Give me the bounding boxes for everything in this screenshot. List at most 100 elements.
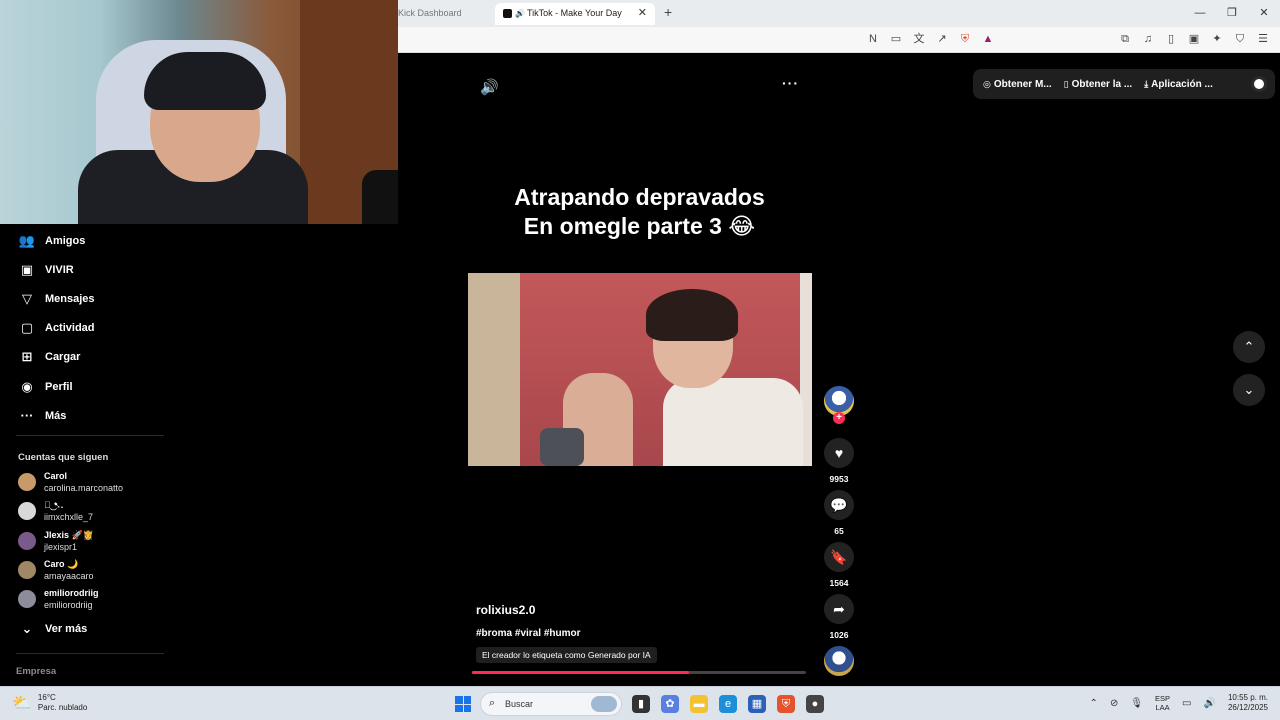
language-indicator[interactable]: ESP LAA: [1155, 694, 1170, 712]
comment-icon[interactable]: 💬: [824, 490, 854, 520]
like-heart-icon[interactable]: ♥: [824, 438, 854, 468]
close-window-icon[interactable]: ✕: [1248, 0, 1280, 27]
following-account[interactable]: Jlexis 🚀👸 jlexispr1: [18, 527, 94, 555]
sidebar-item-label: Perfil: [45, 381, 73, 393]
weather-widget[interactable]: ⛅ 16°C Parc. nublado: [12, 693, 87, 713]
video-progress-bar[interactable]: [472, 671, 806, 674]
taskbar-search[interactable]: ⌕ Buscar: [480, 692, 622, 716]
chevron-up-tray-icon[interactable]: ⌃: [1090, 698, 1098, 709]
get-app-button[interactable]: ▯ Obtener la ...: [1064, 79, 1133, 90]
friends-icon: 👥: [18, 233, 36, 248]
clock[interactable]: 10:55 p. m. 26/12/2025: [1228, 693, 1268, 713]
following-account[interactable]: emiliorodriig emiliorodriig: [18, 585, 99, 613]
weather-text: Parc. nublado: [37, 703, 88, 712]
windows-start-icon[interactable]: [455, 696, 471, 712]
brave-browser-icon[interactable]: ⛨: [777, 695, 795, 713]
creator-username[interactable]: rolixius2.0: [476, 603, 535, 617]
see-more-button[interactable]: ⌄ Ver más: [18, 618, 88, 640]
leo-ai-icon[interactable]: ✦: [1210, 32, 1224, 46]
store-icon[interactable]: ▦: [748, 695, 766, 713]
system-tray: ⌃ ⊘ 🎙 ESP LAA ▭ 🔊 10:55 p. m. 26/12/2025: [1090, 693, 1268, 713]
sidebar-item-mensajes[interactable]: ▽ Mensajes: [18, 288, 95, 310]
sidebar-toggle-icon[interactable]: ▯: [1164, 32, 1178, 46]
following-account[interactable]: Caro 🌙 amayaacaro: [18, 556, 94, 584]
menu-icon[interactable]: ☰: [1256, 32, 1270, 46]
sidebar: 👥 Amigos ▣ VIVIR ▽ Mensajes ▢ Actividad ⊞ Car…: [0, 224, 398, 686]
account-name: Carol: [44, 471, 68, 481]
network-off-icon[interactable]: ⊘: [1110, 698, 1118, 709]
media-icon[interactable]: ♫: [1141, 32, 1155, 46]
browser-toolbar: N ▭ 文 ↗ ⛨ ▲ ⧉ ♫ ▯ ▣ ✦ ⛉ ☰: [398, 27, 1280, 53]
tab-kick-dashboard[interactable]: Kick Dashboard: [398, 3, 490, 25]
account-username: carolina.marconatto: [44, 483, 124, 493]
get-app-label: Obtener la ...: [1071, 78, 1133, 90]
divider: [16, 435, 164, 436]
sound-avatar[interactable]: [824, 646, 854, 676]
following-account[interactable]: Carol carolina.marconatto: [18, 468, 123, 496]
following-account[interactable]: ཀ͜ ➷. iimxchxlle_7: [18, 497, 93, 525]
edge-icon[interactable]: e: [719, 695, 737, 713]
close-tab-icon[interactable]: ✕: [638, 3, 647, 23]
sidebar-item-vivir[interactable]: ▣ VIVIR: [18, 259, 74, 281]
minimize-icon[interactable]: —: [1184, 0, 1216, 27]
restore-icon[interactable]: ❐: [1216, 0, 1248, 27]
new-tab-plus-icon[interactable]: +: [664, 4, 672, 20]
bookmark-icon[interactable]: 🔖: [824, 542, 854, 572]
copilot-icon[interactable]: ✿: [661, 695, 679, 713]
coin-icon: ◎: [983, 78, 991, 89]
download-icon: ⤓: [1144, 78, 1149, 89]
sidebar-item-label: Actividad: [45, 322, 95, 334]
tab-search-icon[interactable]: ⧉: [1118, 32, 1132, 46]
get-coins-button[interactable]: ◎ Obtener M...: [983, 79, 1052, 90]
toolbar-icons: N ▭ 文 ↗ ⛨ ▲: [866, 32, 995, 46]
get-coins-label: Obtener M...: [993, 78, 1052, 90]
share-arrow-icon[interactable]: ➦: [824, 594, 854, 624]
desktop-app-button[interactable]: ⤓ Aplicación ...: [1144, 79, 1213, 90]
sidebar-item-cargar[interactable]: ⊞ Cargar: [18, 346, 81, 368]
rewards-triangle-icon[interactable]: ▲: [981, 32, 995, 46]
sidebar-item-perfil[interactable]: ◉ Perfil: [18, 376, 73, 398]
account-name: emiliorodriig: [44, 588, 99, 598]
chevron-up-icon[interactable]: ⌃: [1233, 331, 1265, 363]
desktop-app-label: Aplicación ...: [1151, 78, 1213, 90]
task-view-icon[interactable]: ▮: [632, 695, 650, 713]
chevron-down-icon[interactable]: ⌄: [1233, 374, 1265, 406]
weather-cloud-sun-icon: ⛅: [12, 695, 32, 712]
display-icon[interactable]: ▭: [1182, 698, 1191, 709]
microphone-icon[interactable]: 🎙: [1130, 698, 1143, 709]
translate-icon[interactable]: 文: [912, 32, 926, 46]
share-icon[interactable]: ↗: [935, 32, 949, 46]
divider: [16, 653, 164, 654]
profile-avatar[interactable]: [1251, 76, 1267, 92]
follow-plus-icon[interactable]: +: [833, 412, 845, 424]
reader-icon[interactable]: N: [866, 32, 880, 46]
company-link[interactable]: Empresa: [16, 666, 56, 677]
brave-shield-icon[interactable]: ⛨: [958, 32, 972, 46]
keyboard-layout: LAA: [1155, 703, 1170, 712]
avatar: [18, 590, 36, 608]
profile-icon: ◉: [21, 379, 33, 394]
ai-generated-label: El creador lo etiqueta como Generado por…: [476, 647, 657, 663]
sidebar-item-mas[interactable]: ··· Más: [18, 405, 67, 427]
caption-line: Atrapando depravados: [514, 184, 765, 210]
cast-icon[interactable]: ▭: [889, 32, 903, 46]
account-username: amayaacaro: [44, 571, 94, 581]
file-explorer-icon[interactable]: ▬: [690, 695, 708, 713]
hashtags[interactable]: #broma #viral #humor: [476, 628, 580, 639]
vpn-icon[interactable]: ⛉: [1233, 32, 1247, 46]
tab-tiktok[interactable]: 🔊 TikTok - Make Your Day ✕: [495, 3, 655, 25]
webcam-overlay: [0, 0, 398, 224]
sidebar-item-amigos[interactable]: 👥 Amigos: [18, 230, 85, 252]
video-player[interactable]: [468, 273, 812, 466]
volume-tray-icon[interactable]: 🔊: [1204, 698, 1216, 709]
messages-icon: ▽: [22, 291, 32, 306]
recording-app-icon[interactable]: ●: [806, 695, 824, 713]
language-code: ESP: [1155, 694, 1171, 703]
volume-icon[interactable]: 🔊: [480, 78, 499, 96]
video-person-hair: [646, 289, 738, 341]
account-username: emiliorodriig: [44, 600, 93, 610]
search-highlight-icon: [591, 696, 617, 712]
sidebar-item-actividad[interactable]: ▢ Actividad: [18, 317, 95, 339]
wallet-icon[interactable]: ▣: [1187, 32, 1201, 46]
more-options-icon[interactable]: ···: [782, 75, 799, 91]
